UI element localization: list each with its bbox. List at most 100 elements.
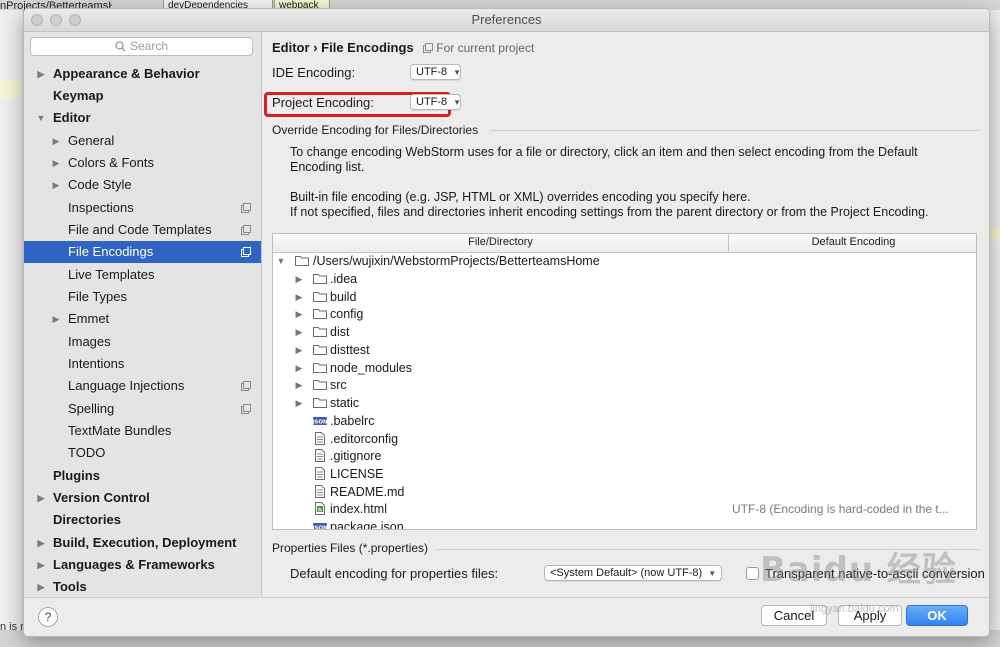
chevron-down-icon[interactable]: ▼ bbox=[276, 252, 286, 270]
sidebar-item-colors-fonts[interactable]: ▶ Colors & Fonts bbox=[24, 152, 261, 174]
table-row[interactable]: LICENSE bbox=[273, 465, 976, 483]
chevron-right-icon[interactable]: ▶ bbox=[36, 63, 46, 85]
chevron-down-icon[interactable]: ▼ bbox=[36, 107, 46, 129]
table-row[interactable]: .gitignore bbox=[273, 447, 976, 465]
sidebar-item-label: Editor bbox=[53, 110, 91, 125]
column-header-encoding[interactable]: Default Encoding bbox=[729, 234, 976, 251]
chevron-right-icon[interactable]: ▶ bbox=[294, 288, 304, 306]
table-row[interactable]: ▶ src bbox=[273, 376, 976, 394]
properties-encoding-select[interactable]: <System Default> (now UTF-8) ▼ bbox=[544, 565, 722, 581]
table-row[interactable]: ▶ build bbox=[273, 288, 976, 306]
table-row[interactable]: ▶ node_modules bbox=[273, 359, 976, 377]
table-row[interactable]: ▶ .idea bbox=[273, 270, 976, 288]
sidebar-item-spelling[interactable]: Spelling bbox=[24, 398, 261, 420]
file-encoding-table[interactable]: File/Directory Default Encoding ▼ /Users… bbox=[272, 233, 977, 530]
sidebar-item-languages-frameworks[interactable]: ▶ Languages & Frameworks bbox=[24, 554, 261, 576]
dropdown-arrow-icon: ▼ bbox=[453, 98, 462, 107]
sidebar-item-todo[interactable]: TODO bbox=[24, 442, 261, 464]
sidebar-item-appearance-behavior[interactable]: ▶ Appearance & Behavior bbox=[24, 63, 261, 85]
override-section-title: Override Encoding for Files/Directories bbox=[272, 123, 479, 137]
sidebar-item-directories[interactable]: Directories bbox=[24, 509, 261, 531]
project-scope-icon bbox=[241, 404, 251, 414]
folder-icon bbox=[313, 327, 327, 337]
chevron-right-icon[interactable]: ▶ bbox=[294, 376, 304, 394]
sidebar-item-general[interactable]: ▶ General bbox=[24, 130, 261, 152]
chevron-right-icon[interactable]: ▶ bbox=[36, 576, 46, 598]
chevron-right-icon[interactable]: ▶ bbox=[294, 270, 304, 288]
ide-encoding-select[interactable]: UTF-8 ▼ bbox=[410, 64, 461, 80]
table-row[interactable]: JSON package.json bbox=[273, 518, 976, 529]
sidebar-item-plugins[interactable]: Plugins bbox=[24, 465, 261, 487]
sidebar-item-code-style[interactable]: ▶ Code Style bbox=[24, 174, 261, 196]
ok-button[interactable]: OK bbox=[906, 605, 968, 626]
sidebar-item-language-injections[interactable]: Language Injections bbox=[24, 375, 261, 397]
table-row-root[interactable]: ▼ /Users/wujixin/WebstormProjects/Better… bbox=[273, 252, 976, 270]
sidebar-item-live-templates[interactable]: Live Templates bbox=[24, 264, 261, 286]
breadcrumb-separator: › bbox=[313, 40, 318, 55]
sidebar-item-file-code-templates[interactable]: File and Code Templates bbox=[24, 219, 261, 241]
text-file-icon bbox=[315, 485, 325, 498]
file-encodings-panel: Editor › File Encodings For current proj… bbox=[262, 32, 989, 596]
sidebar-item-images[interactable]: Images bbox=[24, 331, 261, 353]
chevron-right-icon[interactable]: ▶ bbox=[51, 130, 61, 152]
chevron-right-icon[interactable]: ▶ bbox=[51, 152, 61, 174]
chevron-right-icon[interactable]: ▶ bbox=[51, 174, 61, 196]
baidu-watermark: Baidu 经验 bbox=[760, 550, 957, 590]
folder-icon bbox=[313, 274, 327, 284]
sidebar-item-intentions[interactable]: Intentions bbox=[24, 353, 261, 375]
baidu-watermark-url: jingyan.baidu.com bbox=[810, 603, 899, 615]
file-name: index.html bbox=[330, 502, 387, 516]
json-file-icon: JSON bbox=[313, 417, 327, 426]
project-scope-icon bbox=[241, 247, 251, 257]
chevron-right-icon[interactable]: ▶ bbox=[294, 341, 304, 359]
sidebar-item-label: Colors & Fonts bbox=[68, 155, 154, 170]
sidebar-item-textmate-bundles[interactable]: TextMate Bundles bbox=[24, 420, 261, 442]
table-row[interactable]: h index.html UTF-8 (Encoding is hard-coded… bbox=[273, 500, 976, 518]
chevron-right-icon[interactable]: ▶ bbox=[294, 359, 304, 377]
sidebar-item-file-encodings[interactable]: File Encodings bbox=[24, 241, 261, 263]
chevron-right-icon[interactable]: ▶ bbox=[36, 532, 46, 554]
sidebar-item-label: Languages & Frameworks bbox=[53, 557, 215, 572]
sidebar-item-label: Emmet bbox=[68, 311, 110, 326]
svg-text:h: h bbox=[318, 507, 322, 513]
sidebar-item-version-control[interactable]: ▶ Version Control bbox=[24, 487, 261, 509]
table-row[interactable]: ▶ disttest bbox=[273, 341, 976, 359]
table-row[interactable]: .editorconfig bbox=[273, 430, 976, 448]
html-file-icon: h bbox=[315, 502, 325, 515]
table-row[interactable]: README.md bbox=[273, 483, 976, 501]
table-row[interactable]: ▶ dist bbox=[273, 323, 976, 341]
chevron-right-icon[interactable]: ▶ bbox=[294, 394, 304, 412]
chevron-right-icon[interactable]: ▶ bbox=[294, 323, 304, 341]
sidebar-item-keymap[interactable]: Keymap bbox=[24, 85, 261, 107]
table-row[interactable]: JSON .babelrc bbox=[273, 412, 976, 430]
project-encoding-select[interactable]: UTF-8 ▼ bbox=[410, 94, 461, 110]
chevron-right-icon[interactable]: ▶ bbox=[36, 554, 46, 576]
sidebar-item-editor[interactable]: ▼ Editor bbox=[24, 107, 261, 129]
sidebar-item-label: TODO bbox=[68, 445, 106, 460]
file-name: .editorconfig bbox=[330, 432, 399, 446]
search-input[interactable]: Search bbox=[30, 37, 253, 56]
table-row[interactable]: ▶ config bbox=[273, 305, 976, 323]
sidebar-item-inspections[interactable]: Inspections bbox=[24, 197, 261, 219]
sidebar-item-file-types[interactable]: File Types bbox=[24, 286, 261, 308]
chevron-right-icon[interactable]: ▶ bbox=[294, 305, 304, 323]
file-name: src bbox=[330, 378, 347, 392]
sidebar-item-label: Spelling bbox=[68, 401, 115, 416]
sidebar-item-build-execution-deployment[interactable]: ▶ Build, Execution, Deployment bbox=[24, 532, 261, 554]
chevron-right-icon[interactable]: ▶ bbox=[51, 308, 61, 330]
transparent-conversion-checkbox[interactable] bbox=[746, 567, 759, 580]
sidebar-item-label: Build, Execution, Deployment bbox=[53, 535, 237, 550]
sidebar-item-label: Inspections bbox=[68, 200, 134, 215]
sidebar-item-label: Plugins bbox=[53, 468, 100, 483]
help-button[interactable]: ? bbox=[38, 607, 58, 627]
sidebar-item-emmet[interactable]: ▶ Emmet bbox=[24, 308, 261, 330]
sidebar-item-tools[interactable]: ▶ Tools bbox=[24, 576, 261, 598]
file-name: LICENSE bbox=[330, 467, 384, 481]
table-row[interactable]: ▶ static bbox=[273, 394, 976, 412]
column-header-file[interactable]: File/Directory bbox=[273, 234, 728, 251]
chevron-right-icon[interactable]: ▶ bbox=[36, 487, 46, 509]
help-text: Built-in file encoding (e.g. JSP, HTML o… bbox=[290, 190, 989, 220]
folder-icon bbox=[313, 345, 327, 355]
help-text-line: Encoding list. bbox=[290, 160, 365, 174]
folder-icon bbox=[313, 398, 327, 408]
